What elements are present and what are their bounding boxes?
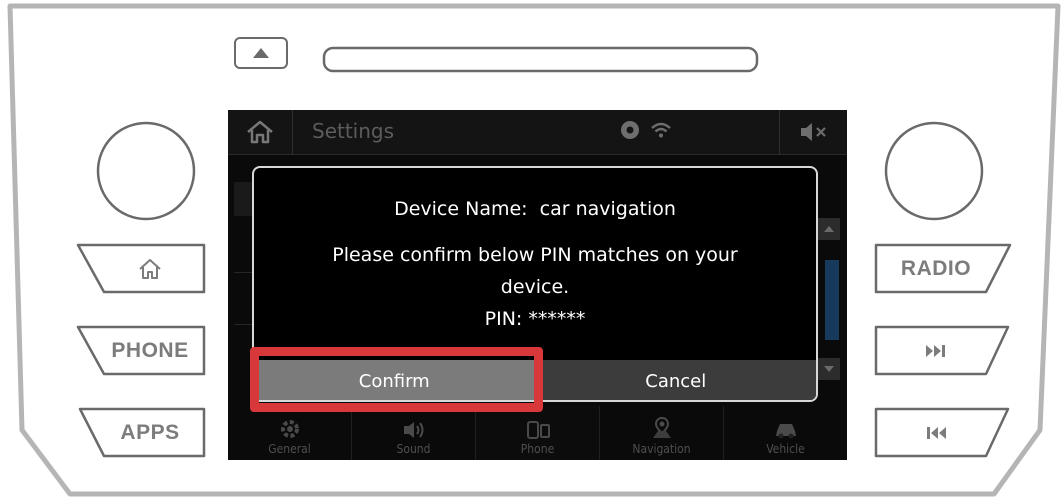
dialog-buttons: Confirm Cancel xyxy=(254,360,816,400)
confirm-message-line2: device. xyxy=(500,276,570,298)
mute-button[interactable] xyxy=(779,110,847,154)
eject-icon xyxy=(253,48,269,58)
pin-text: PIN: ****** xyxy=(484,308,586,330)
background-divider xyxy=(234,324,254,325)
disc-slot xyxy=(322,46,759,73)
home-hardware-button[interactable] xyxy=(100,247,200,291)
chevron-up-icon xyxy=(824,226,834,232)
map-pin-icon xyxy=(652,416,671,438)
phone-icon xyxy=(526,421,550,439)
previous-track-button[interactable] xyxy=(880,411,992,455)
home-icon xyxy=(247,120,273,144)
scroll-down-button[interactable] xyxy=(818,358,840,380)
status-bar: Settings xyxy=(228,110,847,155)
scroll-up-button[interactable] xyxy=(818,218,840,240)
device-name-text: Device Name: car navigation xyxy=(394,198,676,220)
speaker-icon xyxy=(403,422,423,438)
scrollbar-thumb[interactable] xyxy=(825,260,839,340)
status-icons xyxy=(620,120,672,140)
left-knob xyxy=(96,121,196,221)
home-icon xyxy=(139,259,161,279)
car-icon xyxy=(775,424,796,439)
radio-hardware-button[interactable]: RADIO xyxy=(880,247,992,291)
tab-vehicle[interactable]: Vehicle xyxy=(724,406,847,460)
cancel-button[interactable]: Cancel xyxy=(534,360,816,400)
previous-track-icon xyxy=(927,427,946,439)
bottom-nav: General Sound Phone Navigation Vehicle xyxy=(228,406,847,460)
right-knob xyxy=(884,121,984,221)
chevron-down-icon xyxy=(824,366,834,372)
tab-label: General xyxy=(268,442,311,456)
gear-icon xyxy=(280,420,299,438)
confirm-button[interactable]: Confirm xyxy=(254,360,535,400)
record-icon xyxy=(621,121,639,139)
page-title: Settings xyxy=(312,119,395,143)
pin-confirm-dialog: Device Name: car navigation Please confi… xyxy=(252,166,818,402)
confirm-message-line1: Please confirm below PIN matches on your xyxy=(332,244,738,266)
screen-home-button[interactable] xyxy=(228,110,293,154)
background-divider xyxy=(234,272,254,273)
tab-phone[interactable]: Phone xyxy=(476,406,600,460)
wifi-icon xyxy=(651,122,671,138)
apps-hardware-button[interactable]: APPS xyxy=(100,411,200,455)
tab-sound[interactable]: Sound xyxy=(352,406,476,460)
phone-hardware-button[interactable]: PHONE xyxy=(100,329,200,373)
next-track-icon xyxy=(926,345,945,357)
tab-navigation[interactable]: Navigation xyxy=(600,406,724,460)
next-track-button[interactable] xyxy=(880,329,992,373)
tab-label: Phone xyxy=(520,442,555,456)
touch-screen: Settings General Sound Phone Navigation … xyxy=(228,110,847,460)
tab-label: Vehicle xyxy=(766,442,805,456)
tab-label: Navigation xyxy=(632,442,691,456)
tab-general[interactable]: General xyxy=(228,406,352,460)
mute-icon xyxy=(801,123,826,141)
eject-button[interactable] xyxy=(234,37,288,69)
tab-label: Sound xyxy=(396,442,431,456)
